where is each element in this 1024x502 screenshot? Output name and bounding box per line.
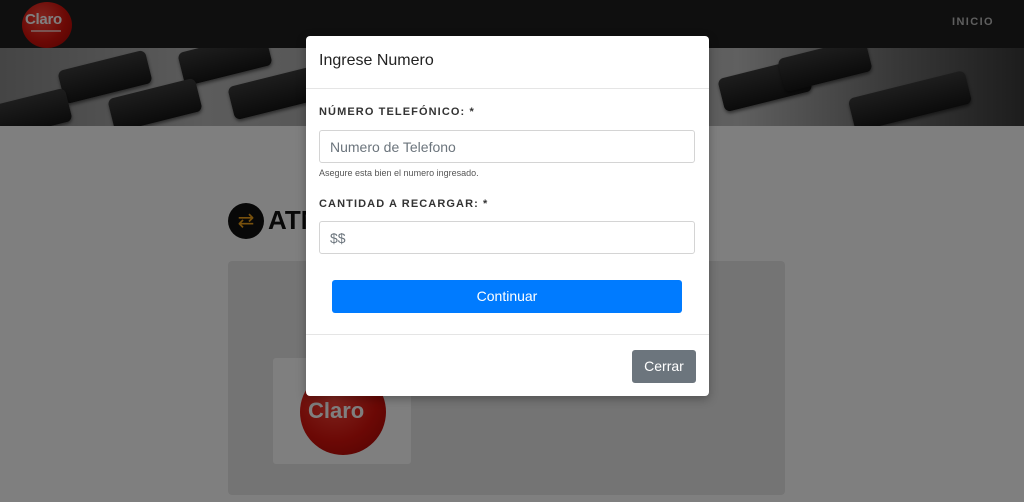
phone-label: NÚMERO TELEFÓNICO: *: [319, 106, 475, 118]
amount-input[interactable]: [319, 221, 695, 254]
amount-label: CANTIDAD A RECARGAR: *: [319, 198, 489, 210]
continue-button[interactable]: Continuar: [332, 280, 682, 313]
recharge-modal: Ingrese Numero NÚMERO TELEFÓNICO: * Aseg…: [306, 36, 709, 396]
close-button[interactable]: Cerrar: [632, 350, 696, 383]
phone-help-text: Asegure esta bien el numero ingresado.: [319, 168, 479, 178]
phone-input[interactable]: [319, 130, 695, 163]
modal-title: Ingrese Numero: [319, 52, 434, 69]
modal-header: Ingrese Numero: [306, 36, 709, 89]
modal-footer: Cerrar: [306, 334, 709, 397]
